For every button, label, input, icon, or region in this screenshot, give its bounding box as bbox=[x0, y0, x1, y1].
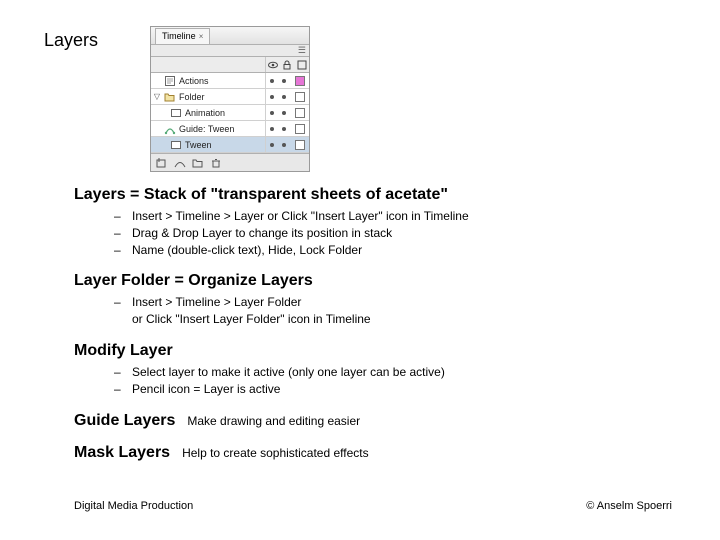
page-title: Layers bbox=[44, 30, 98, 51]
visibility-dot[interactable] bbox=[270, 79, 274, 83]
bullet-item: –Select layer to make it active (only on… bbox=[114, 364, 674, 381]
inline-desc: Make drawing and editing easier bbox=[187, 414, 360, 428]
section-heading: Modify Layer bbox=[74, 342, 674, 360]
layer-type-icon bbox=[169, 107, 183, 119]
outline-swatch[interactable] bbox=[295, 140, 305, 150]
timeline-tab-label: Timeline bbox=[162, 31, 196, 41]
eye-icon[interactable] bbox=[268, 60, 278, 70]
bullet-item: –Drag & Drop Layer to change its positio… bbox=[114, 225, 674, 242]
timeline-tab[interactable]: Timeline × bbox=[155, 28, 210, 44]
bullet-list: –Insert > Timeline > Layer Folder or Cli… bbox=[114, 294, 674, 328]
lock-dot[interactable] bbox=[282, 79, 286, 83]
layer-name[interactable]: Folder bbox=[177, 92, 265, 102]
outline-swatch[interactable] bbox=[295, 124, 305, 134]
layer-type-icon bbox=[169, 139, 183, 151]
layer-type-icon bbox=[163, 75, 177, 87]
lock-dot[interactable] bbox=[282, 143, 286, 147]
outline-swatch[interactable] bbox=[295, 76, 305, 86]
layer-row[interactable]: Guide: Tween bbox=[151, 121, 309, 137]
visibility-dot[interactable] bbox=[270, 143, 274, 147]
timeline-header: Timeline × bbox=[151, 27, 309, 45]
bullet-item: –Insert > Timeline > Layer Folder or Cli… bbox=[114, 294, 674, 328]
lock-dot[interactable] bbox=[282, 127, 286, 131]
section-heading: Layers = Stack of "transparent sheets of… bbox=[74, 186, 674, 204]
inline-section: Mask Layers Help to create sophisticated … bbox=[74, 444, 674, 462]
layer-row[interactable]: Tween bbox=[151, 137, 309, 153]
bullet-list: –Insert > Timeline > Layer or Click "Ins… bbox=[114, 208, 674, 258]
outline-icon[interactable] bbox=[297, 60, 307, 70]
lock-icon[interactable] bbox=[282, 60, 292, 70]
visibility-dot[interactable] bbox=[270, 111, 274, 115]
inline-desc: Help to create sophisticated effects bbox=[182, 446, 369, 460]
layer-name[interactable]: Guide: Tween bbox=[177, 124, 265, 134]
layer-row[interactable]: ▽ Folder bbox=[151, 89, 309, 105]
lock-dot[interactable] bbox=[282, 95, 286, 99]
visibility-dot[interactable] bbox=[270, 95, 274, 99]
inline-heading: Guide Layers bbox=[74, 412, 175, 430]
section-heading: Layer Folder = Organize Layers bbox=[74, 272, 674, 290]
timeline-column-header bbox=[151, 57, 309, 73]
delete-layer-icon[interactable] bbox=[209, 156, 223, 170]
layer-flags bbox=[265, 89, 309, 104]
layer-name[interactable]: Tween bbox=[183, 140, 265, 150]
outline-swatch[interactable] bbox=[295, 92, 305, 102]
timeline-footer bbox=[151, 153, 309, 171]
visibility-dot[interactable] bbox=[270, 127, 274, 131]
footer-right: © Anselm Spoerri bbox=[586, 500, 672, 512]
layer-flags bbox=[265, 121, 309, 136]
bullet-item: –Pencil icon = Layer is active bbox=[114, 381, 674, 398]
close-icon[interactable]: × bbox=[199, 32, 204, 41]
inline-section: Guide Layers Make drawing and editing eas… bbox=[74, 412, 674, 430]
menu-icon[interactable]: ☰ bbox=[298, 45, 306, 56]
insert-motion-guide-icon[interactable] bbox=[173, 156, 187, 170]
outline-swatch[interactable] bbox=[295, 108, 305, 118]
layer-name[interactable]: Actions bbox=[177, 76, 265, 86]
layer-row[interactable]: Animation bbox=[151, 105, 309, 121]
layer-flags bbox=[265, 137, 309, 152]
lock-dot[interactable] bbox=[282, 111, 286, 115]
inline-heading: Mask Layers bbox=[74, 444, 170, 462]
layer-flags bbox=[265, 73, 309, 88]
timeline-subbar: ☰ bbox=[151, 45, 309, 57]
slide-content: Layers = Stack of "transparent sheets of… bbox=[74, 186, 674, 462]
layer-type-icon bbox=[163, 91, 177, 103]
bullet-item: –Insert > Timeline > Layer or Click "Ins… bbox=[114, 208, 674, 225]
layer-name[interactable]: Animation bbox=[183, 108, 265, 118]
layer-flags bbox=[265, 105, 309, 120]
expand-arrow-icon[interactable]: ▽ bbox=[151, 92, 163, 101]
insert-layer-icon[interactable] bbox=[155, 156, 169, 170]
layer-row[interactable]: Actions bbox=[151, 73, 309, 89]
timeline-panel: Timeline × ☰ Actions ▽ Folder Animation Guid… bbox=[150, 26, 310, 172]
insert-layer-folder-icon[interactable] bbox=[191, 156, 205, 170]
bullet-list: –Select layer to make it active (only on… bbox=[114, 364, 674, 398]
footer-left: Digital Media Production bbox=[74, 500, 193, 512]
layer-type-icon bbox=[163, 123, 177, 135]
bullet-item: –Name (double-click text), Hide, Lock Fo… bbox=[114, 242, 674, 259]
